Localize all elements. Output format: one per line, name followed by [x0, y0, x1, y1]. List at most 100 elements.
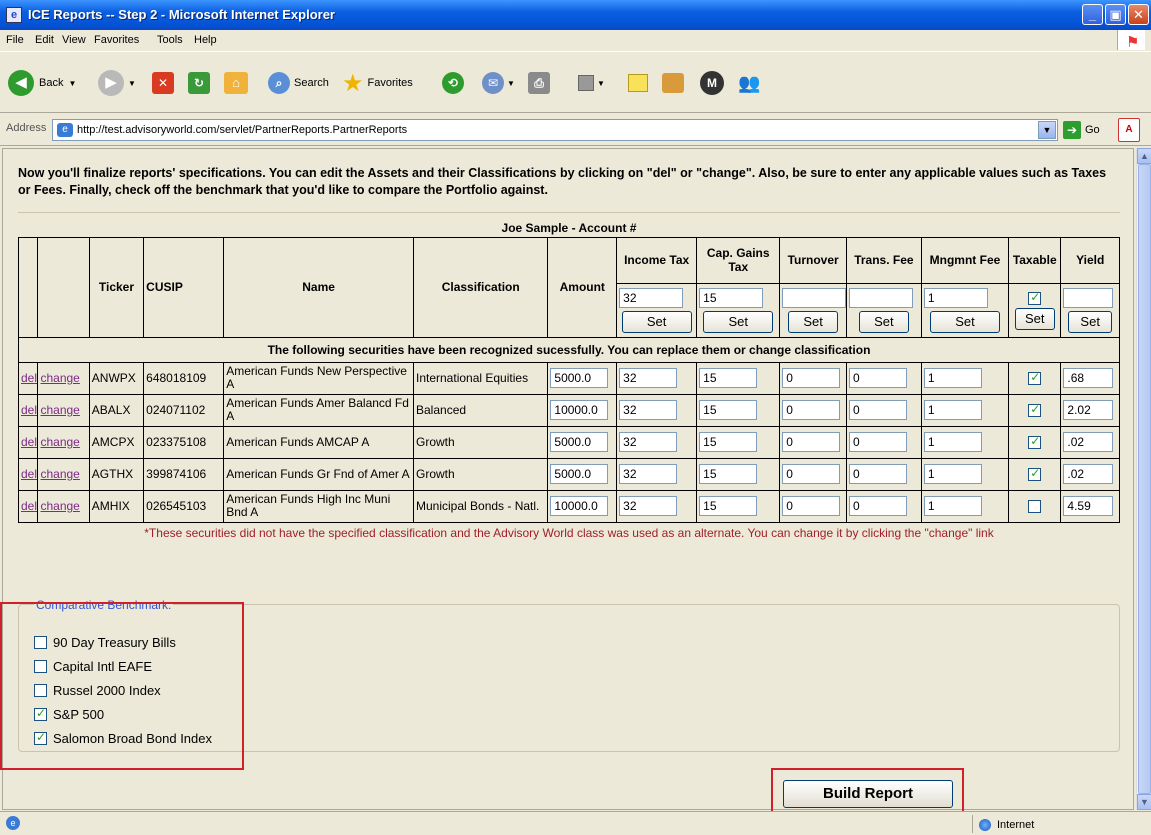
scroll-thumb[interactable]: [1138, 164, 1151, 794]
del-link[interactable]: del: [21, 435, 37, 449]
history-button[interactable]: ⟲: [442, 62, 464, 104]
yield-input[interactable]: [1063, 464, 1114, 484]
del-link[interactable]: del: [21, 371, 37, 385]
minimize-button[interactable]: _: [1082, 4, 1103, 25]
income-tax-input[interactable]: [619, 400, 678, 420]
taxable-checkbox[interactable]: [1028, 402, 1042, 418]
home-button[interactable]: ⌂: [224, 62, 248, 104]
set-taxable-button[interactable]: Set: [1014, 307, 1055, 330]
mngmnt-fee-input[interactable]: [923, 368, 982, 388]
set-trans-fee-button[interactable]: Set: [858, 310, 909, 333]
turnover-input[interactable]: [782, 432, 841, 452]
yield-input[interactable]: [1063, 400, 1114, 420]
amount-input[interactable]: [550, 400, 609, 420]
income-tax-input[interactable]: [619, 368, 678, 388]
change-link[interactable]: change: [40, 467, 79, 481]
taxable-checkbox[interactable]: [1028, 500, 1042, 514]
set-yield-button[interactable]: Set: [1068, 310, 1113, 333]
go-button[interactable]: ➔ Go: [1063, 120, 1100, 140]
mngmnt-fee-input[interactable]: [923, 464, 982, 484]
messenger-button[interactable]: 👥: [738, 62, 760, 104]
menu-tools[interactable]: Tools: [157, 34, 183, 46]
scroll-down-icon[interactable]: ▼: [1137, 794, 1151, 810]
cap-gains-input[interactable]: [699, 400, 758, 420]
cusip-cell: 024071102: [143, 393, 225, 427]
turnover-input[interactable]: [782, 464, 841, 484]
turnover-input[interactable]: [782, 496, 841, 516]
change-link[interactable]: change: [40, 371, 79, 385]
mngmnt-fee-input[interactable]: [923, 432, 982, 452]
income-tax-input[interactable]: [619, 496, 678, 516]
default-cap-gains-input[interactable]: [699, 287, 764, 308]
default-mngmnt-fee-input[interactable]: [923, 287, 988, 308]
taxable-checkbox[interactable]: [1028, 466, 1042, 482]
trans-fee-input[interactable]: [848, 400, 907, 420]
classification-cell: Municipal Bonds - Natl.: [412, 489, 549, 523]
notes-button[interactable]: [628, 62, 648, 104]
change-link[interactable]: change: [40, 499, 79, 513]
del-link[interactable]: del: [21, 467, 37, 481]
scroll-up-icon[interactable]: ▲: [1137, 148, 1151, 164]
income-tax-input[interactable]: [619, 432, 678, 452]
default-trans-fee-input[interactable]: [848, 287, 913, 308]
cap-gains-input[interactable]: [699, 496, 758, 516]
del-link[interactable]: del: [21, 403, 37, 417]
menu-file[interactable]: File: [6, 34, 24, 46]
default-yield-input[interactable]: [1063, 287, 1114, 308]
turnover-input[interactable]: [782, 368, 841, 388]
mail-button[interactable]: ✉ ▼: [482, 62, 515, 104]
default-income-tax-input[interactable]: [619, 287, 684, 308]
amount-input[interactable]: [550, 432, 609, 452]
cap-gains-input[interactable]: [699, 432, 758, 452]
cap-gains-input[interactable]: [699, 368, 758, 388]
menu-help[interactable]: Help: [194, 34, 217, 46]
turnover-input[interactable]: [782, 400, 841, 420]
menu-view[interactable]: View: [62, 34, 86, 46]
cap-gains-input[interactable]: [699, 464, 758, 484]
favorites-button[interactable]: ★ Favorites: [342, 62, 413, 104]
refresh-button[interactable]: ↻: [188, 62, 210, 104]
search-icon: ⌕: [268, 72, 290, 94]
maximize-button[interactable]: ▣: [1105, 4, 1126, 25]
close-button[interactable]: ✕: [1128, 4, 1149, 25]
income-tax-input[interactable]: [619, 464, 678, 484]
change-link[interactable]: change: [40, 403, 79, 417]
set-income-tax-button[interactable]: Set: [621, 310, 692, 333]
research-button[interactable]: [662, 62, 684, 104]
pdf-icon[interactable]: A: [1118, 118, 1140, 142]
address-input[interactable]: e http://test.advisoryworld.com/servlet/…: [52, 119, 1058, 141]
trans-fee-input[interactable]: [848, 368, 907, 388]
vertical-scrollbar[interactable]: ▲ ▼: [1136, 148, 1151, 810]
trans-fee-input[interactable]: [848, 464, 907, 484]
menu-edit[interactable]: Edit: [35, 34, 54, 46]
yield-input[interactable]: [1063, 368, 1114, 388]
trans-fee-input[interactable]: [848, 432, 907, 452]
stop-button[interactable]: ✕: [152, 62, 174, 104]
mngmnt-fee-input[interactable]: [923, 400, 982, 420]
set-mngmnt-fee-button[interactable]: Set: [929, 310, 1000, 333]
amount-input[interactable]: [550, 464, 609, 484]
del-link[interactable]: del: [21, 499, 37, 513]
mngmnt-fee-input[interactable]: [923, 496, 982, 516]
taxable-checkbox[interactable]: [1028, 434, 1042, 450]
set-cap-gains-button[interactable]: Set: [703, 310, 774, 333]
menu-favorites[interactable]: Favorites: [94, 34, 139, 46]
address-dropdown-icon[interactable]: ▼: [1038, 121, 1056, 139]
default-taxable-checkbox[interactable]: [1028, 290, 1042, 305]
print-button[interactable]: ⎙: [528, 62, 550, 104]
set-turnover-button[interactable]: Set: [788, 310, 839, 333]
trans-fee-input[interactable]: [848, 496, 907, 516]
yield-input[interactable]: [1063, 432, 1114, 452]
amount-input[interactable]: [550, 496, 609, 516]
default-turnover-input[interactable]: [782, 287, 847, 308]
yield-input[interactable]: [1063, 496, 1114, 516]
taxable-checkbox[interactable]: [1028, 370, 1042, 386]
taxable-cell: [1008, 393, 1062, 427]
edit-button[interactable]: ▼: [578, 62, 605, 104]
search-button[interactable]: ⌕ Search: [268, 62, 329, 104]
messenger-m-button[interactable]: M: [700, 62, 724, 104]
amount-input[interactable]: [550, 368, 609, 388]
back-button[interactable]: ◀ Back ▼: [8, 62, 76, 104]
forward-button[interactable]: ▶ ▼: [98, 62, 136, 104]
change-link[interactable]: change: [40, 435, 79, 449]
